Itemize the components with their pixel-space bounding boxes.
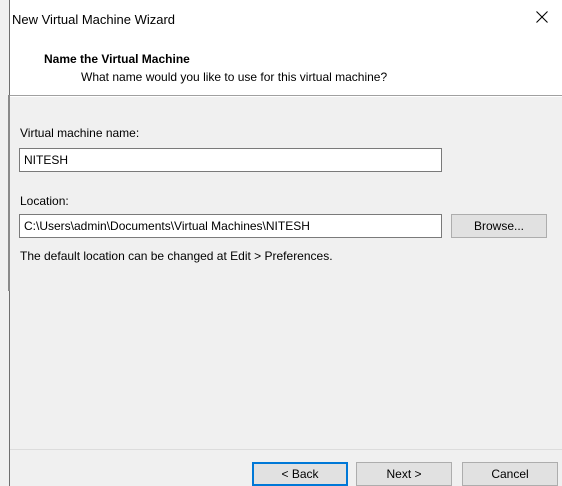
- close-icon: [536, 11, 548, 23]
- browse-button[interactable]: Browse...: [451, 214, 547, 238]
- vm-name-input[interactable]: NITESH: [19, 148, 442, 172]
- wizard-header: Name the Virtual Machine What name would…: [10, 38, 562, 95]
- page-subtitle: What name would you like to use for this…: [81, 70, 388, 84]
- header-divider-highlight: [10, 96, 562, 97]
- page-title: Name the Virtual Machine: [44, 52, 190, 66]
- next-button[interactable]: Next >: [356, 462, 452, 486]
- location-label: Location:: [20, 194, 69, 208]
- vm-name-label: Virtual machine name:: [20, 126, 140, 140]
- title-bar: New Virtual Machine Wizard: [10, 0, 562, 38]
- back-button[interactable]: < Back: [252, 462, 348, 486]
- window-title: New Virtual Machine Wizard: [12, 12, 176, 27]
- cancel-button[interactable]: Cancel: [462, 462, 558, 486]
- location-input[interactable]: C:\Users\admin\Documents\Virtual Machine…: [19, 214, 442, 238]
- window-left-border-shadow: [8, 95, 10, 291]
- footer-divider: [10, 449, 562, 450]
- wizard-window: New Virtual Machine Wizard Name the Virt…: [0, 0, 562, 486]
- default-location-hint: The default location can be changed at E…: [20, 249, 333, 263]
- close-button[interactable]: [522, 2, 562, 32]
